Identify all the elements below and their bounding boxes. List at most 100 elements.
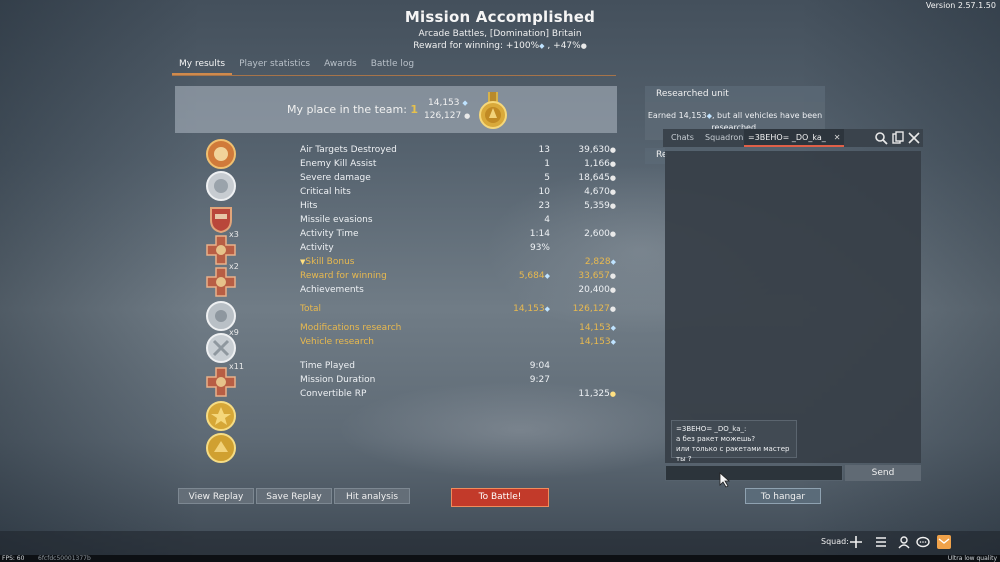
- row-reward: 14,153◆: [579, 337, 616, 347]
- medal-multiplier: x9: [229, 328, 239, 337]
- session-hash: 6fcfdc50001377b: [38, 555, 91, 562]
- row-label: Activity Time: [300, 229, 359, 239]
- chat-tab-squadron[interactable]: Squadron: [705, 129, 743, 147]
- row-label: Vehicle research: [300, 337, 374, 347]
- chat-tab-chats[interactable]: Chats: [671, 129, 694, 147]
- mission-title: Mission Accomplished: [404, 8, 596, 26]
- table-row: Severe damage 5 18,645●: [300, 173, 620, 187]
- row-reward-value: 2,600: [584, 229, 610, 239]
- medal-multiplier: x2: [229, 262, 239, 271]
- search-icon[interactable]: [874, 131, 888, 145]
- chat-bubble-icon[interactable]: [916, 535, 930, 549]
- cross-medal-x2[interactable]: x2: [205, 262, 239, 298]
- fps-counter: FPS: 60: [2, 555, 25, 562]
- table-row: Achievements 20,400●: [300, 285, 620, 299]
- rp-icon: ◆: [610, 324, 616, 332]
- add-icon[interactable]: [849, 535, 863, 549]
- row-reward: 5,359●: [584, 201, 616, 211]
- mission-reward: Reward for winning: +100%◆ , +47%●: [0, 41, 1000, 51]
- row-label: Critical hits: [300, 187, 351, 197]
- save-replay-button[interactable]: Save Replay: [256, 488, 332, 504]
- table-row: Vehicle research 14,153◆: [300, 337, 620, 351]
- row-reward-value: 11,325: [578, 389, 610, 399]
- table-row: Time Played 9:04: [300, 361, 620, 375]
- row-label: Time Played: [300, 361, 355, 371]
- row-label: Enemy Kill Assist: [300, 159, 377, 169]
- gold-medal-icon: [479, 92, 507, 129]
- row-count: 14,153◆: [513, 304, 550, 314]
- table-row: Convertible RP 11,325●: [300, 389, 620, 403]
- row-count-value: 14,153: [513, 304, 545, 314]
- rp-icon: ◆: [544, 272, 550, 280]
- mail-icon[interactable]: [937, 535, 951, 549]
- row-label: Achievements: [300, 285, 364, 295]
- row-reward: 20,400●: [578, 285, 616, 295]
- researched-earned: Earned 14,153: [647, 111, 707, 120]
- cross-medal-x11[interactable]: x11: [205, 362, 244, 398]
- chat-tab-private[interactable]: =3BEHO= _DO_ka_ ✕: [744, 129, 845, 147]
- reward-rp-value: +100%: [505, 41, 540, 51]
- row-count: 5,684◆: [519, 271, 550, 281]
- contacts-icon[interactable]: [897, 535, 911, 549]
- quality-label: Ultra low quality: [947, 555, 997, 562]
- rp-icon: ◆: [462, 99, 468, 107]
- to-hangar-button[interactable]: To hangar: [745, 488, 821, 504]
- row-count: 5: [544, 173, 550, 183]
- row-reward: 2,828◆: [585, 257, 616, 267]
- row-label: Mission Duration: [300, 375, 376, 385]
- chat-message-line2: или только с ракетами мастер ты ?: [676, 445, 790, 463]
- convertible-rp-icon: ●: [609, 390, 616, 398]
- table-row: Air Targets Destroyed 13 39,630●: [300, 145, 620, 159]
- copy-window-icon[interactable]: [891, 131, 905, 145]
- send-button[interactable]: Send: [845, 465, 921, 481]
- table-row: ▼Skill Bonus 2,828◆: [300, 257, 620, 271]
- row-label: Hits: [300, 201, 318, 211]
- table-row: Activity Time 1:14 2,600●: [300, 229, 620, 243]
- list-icon[interactable]: [874, 535, 888, 549]
- hit-analysis-button[interactable]: Hit analysis: [334, 488, 410, 504]
- results-tabs: My results Player statistics Awards Batt…: [172, 56, 616, 76]
- silver-cross-medal-x9[interactable]: x9: [205, 328, 239, 364]
- chat-tab-bar: Chats Squadron =3BEHO= _DO_ka_ ✕: [663, 129, 923, 147]
- silver-lions-icon: ●: [464, 112, 471, 120]
- squad-label: Squad:: [821, 537, 849, 546]
- row-count: 1: [544, 159, 550, 169]
- gold-star-medal-icon[interactable]: [205, 400, 237, 432]
- row-count: 9:27: [529, 375, 550, 385]
- gold-wing-medal-icon[interactable]: [205, 432, 237, 464]
- air-targets-medal-icon[interactable]: [205, 138, 237, 170]
- assist-medal-icon[interactable]: [205, 170, 237, 202]
- to-battle-button[interactable]: To Battle!: [451, 488, 549, 507]
- chat-message-author: =3BEHO= _DO_ka_:: [676, 425, 747, 433]
- row-reward-value: 126,127: [572, 304, 610, 314]
- row-reward-value: 4,670: [584, 187, 610, 197]
- row-reward-value: 20,400: [578, 285, 610, 295]
- tab-my-results[interactable]: My results: [172, 56, 233, 75]
- mission-subtitle: Arcade Battles, [Domination] Britain: [418, 29, 582, 39]
- view-replay-button[interactable]: View Replay: [178, 488, 254, 504]
- row-label: Convertible RP: [300, 389, 367, 399]
- place-sl-value: 126,127: [424, 111, 462, 121]
- reward-sep: ,: [544, 41, 554, 51]
- silver-lions-icon: ●: [609, 286, 616, 294]
- table-row: Hits 23 5,359●: [300, 201, 620, 215]
- silver-lions-icon: ●: [609, 188, 616, 196]
- tab-battle-log[interactable]: Battle log: [364, 56, 421, 75]
- rp-icon: ◆: [610, 338, 616, 346]
- row-reward: 4,670●: [584, 187, 616, 197]
- tab-awards[interactable]: Awards: [317, 56, 364, 75]
- row-count: 1:14: [529, 229, 550, 239]
- row-reward-value: 18,645: [578, 173, 610, 183]
- close-tab-icon[interactable]: ✕: [834, 133, 841, 142]
- chat-messages[interactable]: [665, 151, 921, 463]
- chat-input[interactable]: [665, 465, 843, 481]
- row-label-text: Skill Bonus: [305, 257, 355, 267]
- table-row: Missile evasions 4: [300, 215, 620, 229]
- tab-player-statistics[interactable]: Player statistics: [232, 56, 317, 75]
- close-icon[interactable]: [907, 131, 921, 145]
- row-label: Missile evasions: [300, 215, 373, 225]
- team-place-value: 1: [410, 103, 419, 116]
- row-reward-value: 14,153: [579, 323, 611, 333]
- row-reward-value: 5,359: [584, 201, 610, 211]
- row-label: Severe damage: [300, 173, 371, 183]
